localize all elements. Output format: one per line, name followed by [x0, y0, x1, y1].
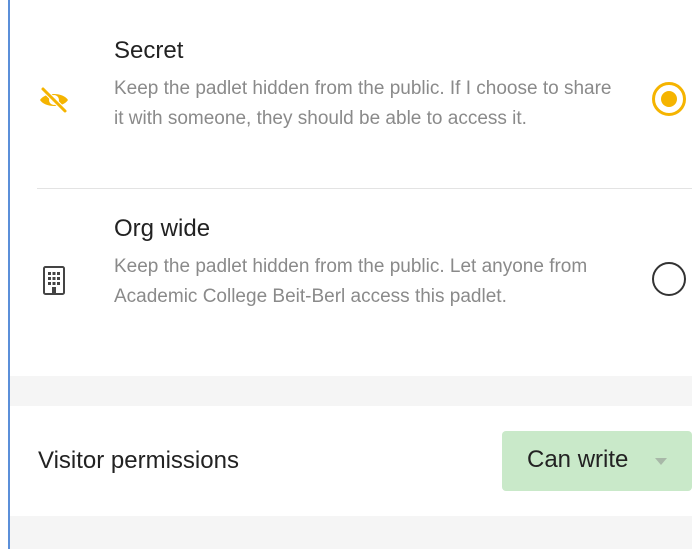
privacy-settings-panel: Secret Keep the padlet hidden from the p… [0, 0, 692, 549]
section-separator-bottom [10, 516, 692, 549]
option-description-org-wide: Keep the padlet hidden from the public. … [114, 256, 588, 307]
option-divider [37, 188, 692, 189]
option-description-secret: Keep the padlet hidden from the public. … [114, 78, 612, 129]
chevron-down-icon [655, 458, 667, 465]
visitor-permissions-label: Visitor permissions [38, 447, 239, 474]
visitor-permissions-dropdown[interactable]: Can write [502, 431, 692, 491]
visitor-permissions-row: Visitor permissions Can write [10, 406, 692, 516]
visitor-permissions-value: Can write [527, 446, 629, 473]
option-title-org-wide: Org wide [114, 215, 211, 242]
building-icon [38, 264, 70, 296]
option-title-secret: Secret [114, 37, 184, 64]
privacy-option-secret[interactable]: Secret Keep the padlet hidden from the p… [10, 0, 692, 188]
privacy-option-org-wide[interactable]: Org wide Keep the padlet hidden from the… [10, 190, 692, 376]
eye-slash-icon [38, 84, 70, 116]
radio-secret-selected[interactable] [652, 82, 686, 116]
section-separator [10, 376, 692, 406]
radio-org-wide[interactable] [652, 262, 686, 296]
